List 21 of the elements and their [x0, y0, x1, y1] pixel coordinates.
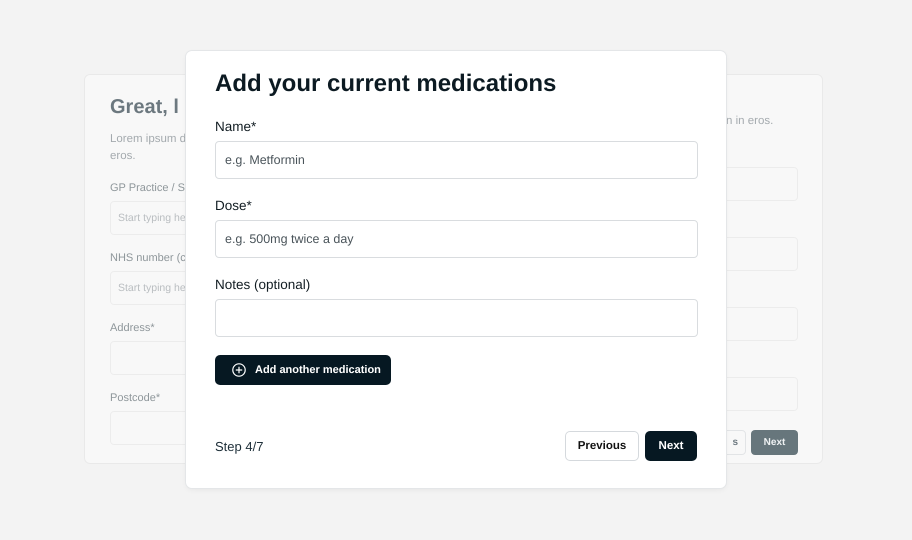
input-field[interactable]: e.g. Metformin — [215, 141, 698, 179]
next-button[interactable]: Next — [751, 430, 798, 455]
field-label: NHS number (c — [110, 251, 187, 265]
description-text: eros. — [110, 149, 137, 164]
step-indicator: Step 4/7 — [215, 438, 264, 454]
field-label: Dose* — [215, 197, 253, 215]
input-field[interactable]: e.g. 500mg twice a day — [215, 220, 698, 258]
plus-circle-icon — [232, 363, 246, 377]
modal-title: Add your current medications — [215, 69, 558, 99]
input-field[interactable] — [215, 299, 698, 337]
add-medication-button[interactable]: Add another medication — [215, 355, 391, 385]
form-title: Great, l — [110, 95, 180, 120]
field-label: GP Practice / S — [110, 181, 186, 195]
description-text: Lorem ipsum d — [110, 132, 188, 147]
field-label: Address* — [110, 321, 156, 335]
previous-button[interactable]: Previous — [565, 431, 639, 461]
field-label: Postcode* — [110, 391, 162, 405]
field-label: Name* — [215, 118, 258, 136]
description-text: n in eros. — [725, 114, 774, 129]
field-label: Notes (optional) — [215, 276, 312, 294]
next-button[interactable]: Next — [645, 431, 697, 461]
